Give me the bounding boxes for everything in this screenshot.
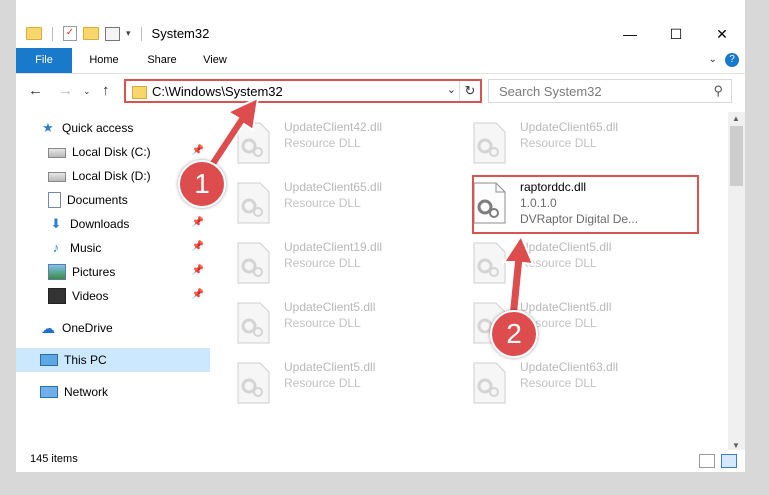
step-badge-2: 2 [490,310,538,358]
step-badge-1: 1 [178,160,226,208]
annotation-arrows [203,96,535,315]
arrow-to-dll-file [502,233,535,315]
explorer-window: ✓ ▾ System32 — ☐ ✕ File Home Share View … [0,0,769,495]
